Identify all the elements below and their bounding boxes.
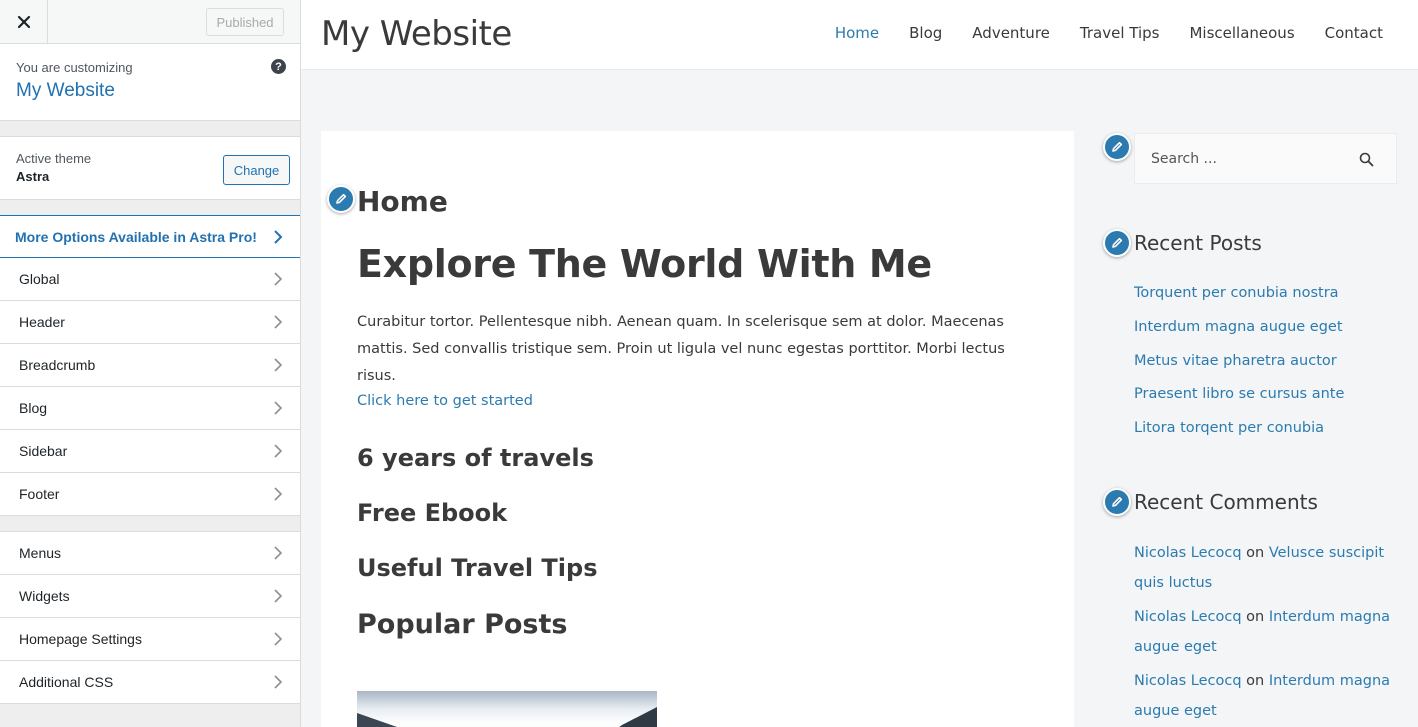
customizing-label: You are customizing [16,60,133,75]
section-label: Additional CSS [19,674,114,690]
close-customizer-button[interactable] [0,0,48,44]
section-additional-css[interactable]: Additional CSS [0,661,300,704]
recent-post-link[interactable]: Litora torqent per conubia [1134,420,1324,436]
section-label: Blog [19,400,48,416]
section-sidebar[interactable]: Sidebar [0,430,300,473]
nav-miscellaneous[interactable]: Miscellaneous [1189,24,1294,42]
site-preview: My Website Home Blog Adventure Travel Ti… [301,0,1418,727]
recent-comment: Nicolas Lecocq on Interdum magna augue e… [1134,602,1399,662]
section-header[interactable]: Header [0,301,300,344]
published-button[interactable]: Published [206,8,284,36]
customizing-site-name: My Website [16,80,115,101]
section-label: Breadcrumb [19,357,96,373]
chevron-right-icon [274,632,283,646]
heading-travel-tips: Useful Travel Tips [357,554,598,582]
close-icon [17,15,30,29]
section-menus[interactable]: Menus [0,532,300,575]
site-title[interactable]: My Website [321,14,512,54]
recent-post-link[interactable]: Interdum magna augue eget [1134,319,1343,335]
recent-post-link[interactable]: Praesent libro se cursus ante [1134,386,1344,402]
section-label: Global [19,271,60,287]
section-widgets[interactable]: Widgets [0,575,300,618]
get-started-link[interactable]: Click here to get started [357,393,533,409]
chevron-right-icon [274,315,283,329]
primary-nav: Home Blog Adventure Travel Tips Miscella… [835,24,1383,42]
section-label: Homepage Settings [19,631,142,647]
chevron-right-icon [274,229,283,244]
edit-shortcut-button[interactable] [327,185,355,213]
chevron-right-icon [274,487,283,501]
active-theme-section: Active theme Astra Change [0,136,300,200]
customizer-header: Published [0,0,300,44]
hero-heading: Explore The World With Me [357,242,932,286]
edit-shortcut-button[interactable] [1103,488,1131,516]
chevron-right-icon [274,401,283,415]
chevron-right-icon [274,546,283,560]
mountain-image [357,707,657,727]
intro-paragraph: Curabitur tortor. Pellentesque nibh. Aen… [357,314,1005,384]
help-icon[interactable]: ? [271,59,286,74]
section-label: Widgets [19,588,70,604]
section-footer[interactable]: Footer [0,473,300,516]
comment-on: on [1246,673,1265,689]
comment-author-link[interactable]: Nicolas Lecocq [1134,545,1242,561]
nav-adventure[interactable]: Adventure [972,24,1050,42]
post-thumbnail[interactable] [357,691,657,727]
astra-pro-section[interactable]: More Options Available in Astra Pro! [0,215,300,258]
section-breadcrumb[interactable]: Breadcrumb [0,344,300,387]
recent-comment: Nicolas Lecocq on Interdum magna augue e… [1134,666,1399,726]
astra-pro-label: More Options Available in Astra Pro! [15,228,257,245]
main-content: Home Explore The World With Me Curabitur… [321,131,1074,727]
nav-blog[interactable]: Blog [909,24,942,42]
pencil-icon [1112,141,1123,152]
comment-author-link[interactable]: Nicolas Lecocq [1134,609,1242,625]
section-blog[interactable]: Blog [0,387,300,430]
search-icon[interactable] [1359,152,1374,167]
section-label: Footer [19,486,60,502]
section-global[interactable]: Global [0,258,300,301]
pencil-icon [1112,496,1123,507]
recent-posts-title: Recent Posts [1134,231,1262,255]
section-homepage-settings[interactable]: Homepage Settings [0,618,300,661]
pencil-icon [1112,237,1123,248]
section-label: Sidebar [19,443,68,459]
heading-ebook: Free Ebook [357,499,508,527]
nav-home[interactable]: Home [835,24,879,42]
customizer-info: You are customizing My Website ? [0,44,300,121]
edit-shortcut-button[interactable] [1103,133,1131,161]
edit-shortcut-button[interactable] [1103,229,1131,257]
nav-travel-tips[interactable]: Travel Tips [1080,24,1160,42]
recent-post-link[interactable]: Torquent per conubia nostra [1134,285,1339,301]
heading-years: 6 years of travels [357,444,594,472]
chevron-right-icon [274,358,283,372]
recent-post-link[interactable]: Metus vitae pharetra auctor [1134,353,1337,369]
comment-on: on [1246,545,1265,561]
section-label: Header [19,314,65,330]
change-theme-button[interactable]: Change [223,155,290,185]
customizer-panel: Published You are customizing My Website… [0,0,301,727]
recent-comment: Nicolas Lecocq on Velusce suscipit quis … [1134,538,1399,598]
pencil-icon [336,193,347,204]
comment-author-link[interactable]: Nicolas Lecocq [1134,673,1242,689]
chevron-right-icon [274,589,283,603]
site-header: My Website Home Blog Adventure Travel Ti… [301,0,1418,70]
search-input[interactable]: Search ... [1134,133,1397,184]
comment-on: on [1246,609,1265,625]
section-label: Menus [19,545,62,561]
chevron-right-icon [274,444,283,458]
recent-comments-title: Recent Comments [1134,490,1318,514]
search-placeholder: Search ... [1151,151,1217,167]
page-title: Home [357,185,448,218]
chevron-right-icon [274,272,283,286]
popular-posts-heading: Popular Posts [357,609,568,640]
nav-contact[interactable]: Contact [1325,24,1383,42]
chevron-right-icon [274,675,283,689]
